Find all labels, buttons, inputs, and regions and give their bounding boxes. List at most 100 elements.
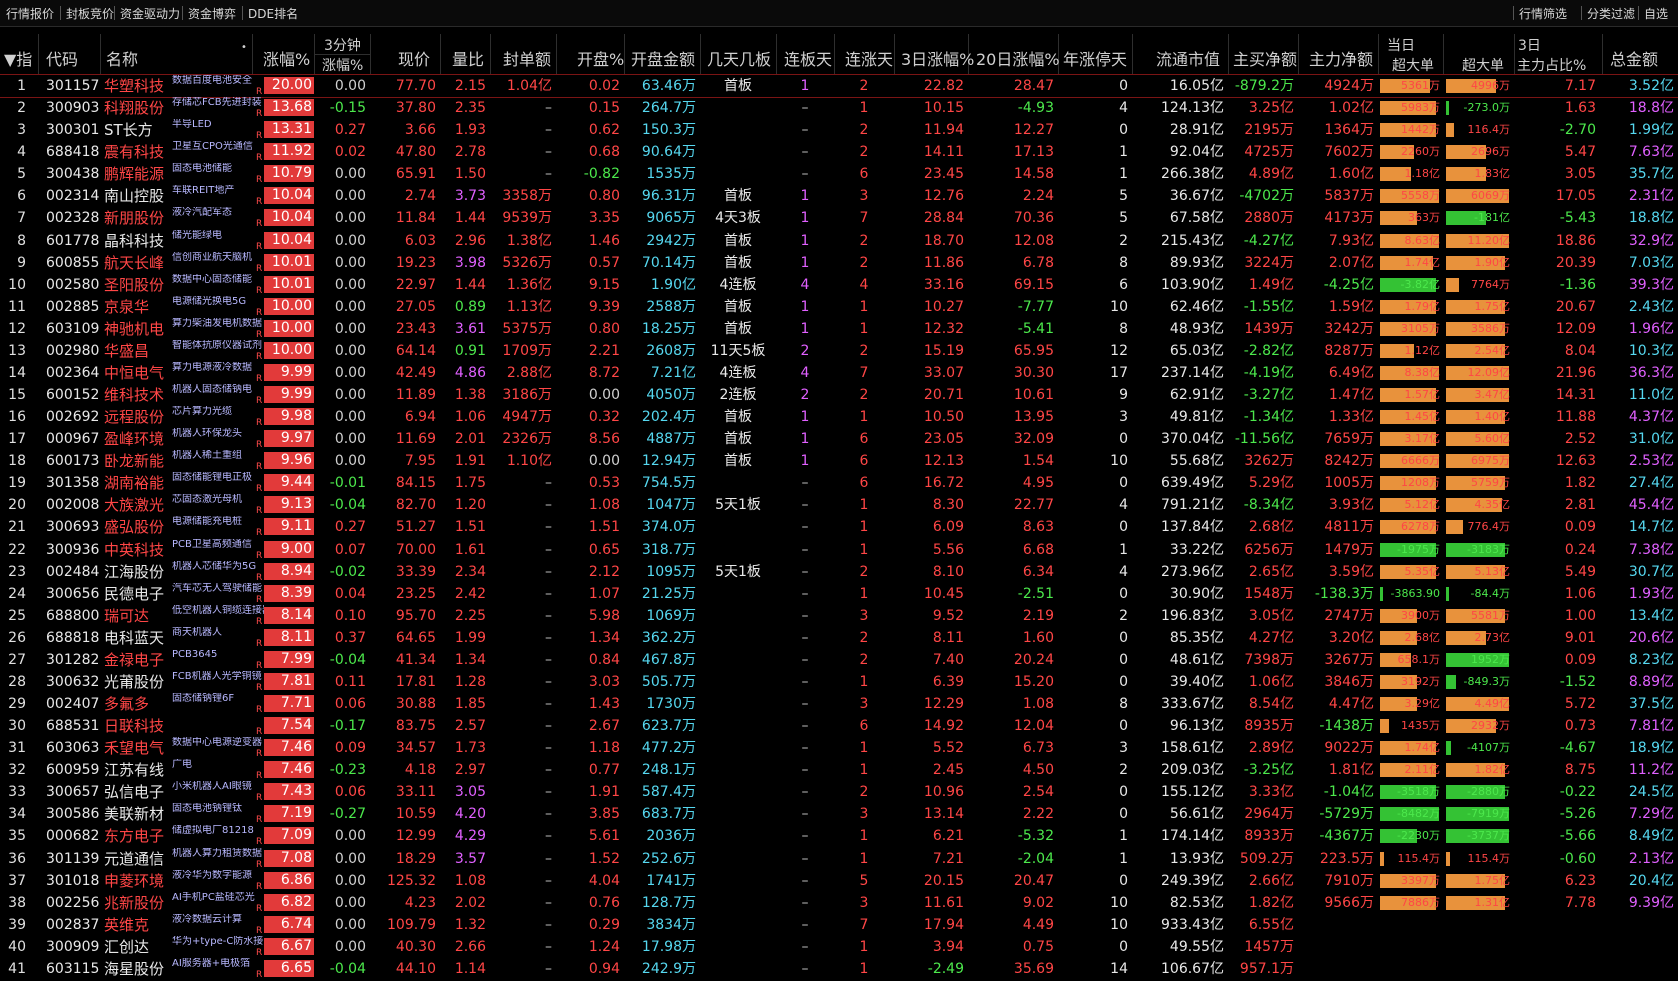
table-row[interactable]: 13 002980 华盛昌 智能体抗原仪器试剂 R 10.00 0.00 64.14 0.91 1…	[0, 340, 1678, 362]
stock-code[interactable]: 600152	[46, 386, 99, 404]
header-total-amt[interactable]: 总金额	[1610, 46, 1658, 70]
stock-name[interactable]: 禾望电气	[104, 739, 172, 757]
stock-code[interactable]: 301139	[46, 850, 99, 868]
stock-name[interactable]: 光莆股份	[104, 673, 172, 691]
stock-code[interactable]: 600173	[46, 452, 99, 470]
header-day-super[interactable]: 超大单	[1392, 55, 1434, 75]
stock-name[interactable]: ST长方	[104, 121, 172, 139]
header-days-boards[interactable]: 几天几板	[707, 46, 771, 70]
stock-code[interactable]: 002008	[46, 496, 99, 514]
table-row[interactable]: 4 688418 震有科技 卫星互CPO光通信 R 11.92 0.02 47.80 2.78 –…	[0, 141, 1678, 163]
header-chg-3d[interactable]: 3日涨幅%	[901, 46, 974, 70]
table-row[interactable]: 8 601778 晶科科技 储光能绿电 R 10.04 0.00 6.03 2.96 1.38亿 1…	[0, 230, 1678, 252]
stock-name[interactable]: 神驰机电	[104, 320, 172, 338]
table-row[interactable]: 20 002008 大族激光 芯固态激光母机 R 9.13 -0.04 82.70 1.20 – 1…	[0, 494, 1678, 516]
stock-code[interactable]: 300936	[46, 541, 99, 559]
header-open-pct[interactable]: 开盘%	[577, 46, 624, 70]
table-row[interactable]: 40 300909 汇创达 华为+type-C防水接口 R 6.67 0.00 40.30 2.…	[0, 936, 1678, 958]
table-row[interactable]: 3 300301 ST长方 半导LED R 13.31 0.27 3.66 1.93 – 0.62 1…	[0, 119, 1678, 141]
stock-name[interactable]: 元道通信	[104, 850, 172, 868]
table-row[interactable]: 32 600959 江苏有线 广电 R 7.46 -0.23 4.18 2.97 – 0.77 248…	[0, 759, 1678, 781]
stock-code[interactable]: 300903	[46, 99, 99, 117]
stock-name[interactable]: 江海股份	[104, 563, 172, 581]
stock-code[interactable]: 002364	[46, 364, 99, 382]
stock-code[interactable]: 300657	[46, 783, 99, 801]
stock-code[interactable]: 002692	[46, 408, 99, 426]
header-code[interactable]: 代码	[46, 46, 78, 70]
stock-code[interactable]: 603063	[46, 739, 99, 757]
stock-name[interactable]: 大族激光	[104, 496, 172, 514]
stock-name[interactable]: 南山控股	[104, 187, 172, 205]
stock-name[interactable]: 维科技术	[104, 386, 172, 404]
table-row[interactable]: 27 301282 金禄电子 PCB3645 R 7.99 -0.04 41.34 1.34 – 0…	[0, 649, 1678, 671]
stock-name[interactable]: 金禄电子	[104, 651, 172, 669]
stock-code[interactable]: 002407	[46, 695, 99, 713]
table-row[interactable]: 26 688818 电科蓝天 商天机器人 R 8.11 0.37 64.65 1.99–1.34…	[0, 627, 1678, 649]
header-vol-ratio[interactable]: 量比	[452, 46, 484, 70]
table-row[interactable]: 5 300438 鹏辉能源 固态电池储能 R 10.79 0.00 65.91 1.50 – -0.…	[0, 163, 1678, 185]
table-row[interactable]: 35 000682 东方电子 储虚拟电厂81218 R 7.09 0.00 12.99 4.29…	[0, 825, 1678, 847]
stock-name[interactable]: 江苏有线	[104, 761, 172, 779]
header-idx[interactable]: ▼指	[4, 46, 32, 70]
header-chg-20d[interactable]: 20日涨幅%	[976, 46, 1060, 70]
stock-name[interactable]: 民德电子	[104, 585, 172, 603]
stock-name[interactable]: 美联新材	[104, 805, 172, 823]
stock-name[interactable]: 中恒电气	[104, 364, 172, 382]
stock-name[interactable]: 汇创达	[104, 938, 172, 956]
stock-code[interactable]: 002837	[46, 916, 99, 934]
header-seal-amt[interactable]: 封单额	[503, 46, 551, 70]
table-row[interactable]: 37 301018 申菱环境 液冷华为数字能源 R 6.86 0.00 125.32 1.08 –…	[0, 870, 1678, 892]
stock-name[interactable]: 华盛昌	[104, 342, 172, 360]
tab-2[interactable]: 资金驱动力	[120, 5, 180, 22]
stock-name[interactable]: 日联科技	[104, 717, 172, 735]
table-row[interactable]: 16 002692 远程股份 芯片算力光缆 R 9.98 0.00 6.94 1.06 4947万…	[0, 406, 1678, 428]
stock-name[interactable]: 鹏辉能源	[104, 165, 172, 183]
table-row[interactable]: 28 300632 光莆股份 FCB机器人光学铜镜 R 7.81 0.11 17.81 1.28…	[0, 671, 1678, 693]
stock-code[interactable]: 688418	[46, 143, 99, 161]
stock-name[interactable]: 申菱环境	[104, 872, 172, 890]
table-row[interactable]: 30 688531 日联科技 R 7.54 -0.17 83.75 2.57 – 2.67 623.…	[0, 715, 1678, 737]
table-row[interactable]: 1 301157 华塑科技 数据百度电池安全 R 20.00 0.00 77.70 2.15 1.…	[0, 75, 1678, 98]
header-3d-super[interactable]: 超大单	[1462, 55, 1504, 75]
header-open-amt[interactable]: 开盘金额	[631, 46, 695, 70]
header-chg3-bottom[interactable]: 涨幅%	[322, 55, 363, 75]
stock-name[interactable]: 兆新股份	[104, 894, 172, 912]
stock-name[interactable]: 新朋股份	[104, 209, 172, 227]
stock-name[interactable]: 电科蓝天	[104, 629, 172, 647]
stock-code[interactable]: 000682	[46, 827, 99, 845]
table-row[interactable]: 17 000967 盈峰环境 机器人环保龙头 R 9.97 0.00 11.69 2.01 232…	[0, 428, 1678, 450]
stock-code[interactable]: 688818	[46, 629, 99, 647]
stock-name[interactable]: 东方电子	[104, 827, 172, 845]
stock-code[interactable]: 300632	[46, 673, 99, 691]
header-main-buy[interactable]: 主买净额	[1233, 46, 1297, 70]
table-row[interactable]: 9 600855 航天长峰 信创商业航天脑机 R 10.01 0.00 19.23 3.98 53…	[0, 252, 1678, 274]
tab-3[interactable]: 资金博弈	[188, 5, 236, 22]
table-row[interactable]: 38 002256 兆新股份 AI手机PC盐硅芯光 R 6.82 0.00 4.23 2.02 –…	[0, 892, 1678, 914]
table-row[interactable]: 11 002885 京泉华 电源储光换电5G R 10.00 0.00 27.05 0.89 1.…	[0, 296, 1678, 318]
header-main-ratio[interactable]: 主力占比%	[1517, 55, 1586, 75]
stock-code[interactable]: 300301	[46, 121, 99, 139]
stock-name[interactable]: 科翔股份	[104, 99, 172, 117]
stock-code[interactable]: 002328	[46, 209, 99, 227]
stock-code[interactable]: 601778	[46, 232, 99, 250]
table-row[interactable]: 22 300936 中英科技 PCB卫星高频通信 R 9.00 0.07 70.00 1.61 –…	[0, 539, 1678, 561]
table-row[interactable]: 2 300903 科翔股份 存储芯FCB先进封装 R 13.68 -0.15 37.80 2.3…	[0, 97, 1678, 119]
header-main-net[interactable]: 主力净额	[1309, 46, 1373, 70]
table-row[interactable]: 23 002484 江海股份 机器人芯储华为5G R 8.94 -0.02 33.39 2.34…	[0, 561, 1678, 583]
table-row[interactable]: 41 603115 海星股份 AI服务器+电极箔 R 6.65 -0.04 44.10 1.14…	[0, 958, 1678, 980]
table-row[interactable]: 15 600152 维科技术 机器人固态储钠电 R 9.99 0.00 11.89 1.38 31…	[0, 384, 1678, 406]
sort-indicator[interactable]: •	[241, 42, 247, 53]
header-rise-days[interactable]: 连涨天	[845, 46, 893, 70]
stock-name[interactable]: 中英科技	[104, 541, 172, 559]
stock-name[interactable]: 震有科技	[104, 143, 172, 161]
table-row[interactable]: 7 002328 新朋股份 液冷汽配军态 R 10.04 0.00 11.84 1.44 9539…	[0, 207, 1678, 229]
stock-code[interactable]: 300586	[46, 805, 99, 823]
tab-4[interactable]: DDE排名	[248, 5, 298, 22]
stock-name[interactable]: 瑞可达	[104, 607, 172, 625]
stock-name[interactable]: 圣阳股份	[104, 276, 172, 294]
table-row[interactable]: 18 600173 卧龙新能 机器人稀土重组 R 9.96 0.00 7.95 1.91 1.10…	[0, 450, 1678, 472]
stock-code[interactable]: 002256	[46, 894, 99, 912]
right-tab-1[interactable]: 分类过滤	[1587, 5, 1635, 22]
table-row[interactable]: 39 002837 英维克 液冷数据云计算 R 6.74 0.00 109.79 1.32 – 0.…	[0, 914, 1678, 936]
tab-1[interactable]: 封板竞价	[66, 5, 114, 22]
